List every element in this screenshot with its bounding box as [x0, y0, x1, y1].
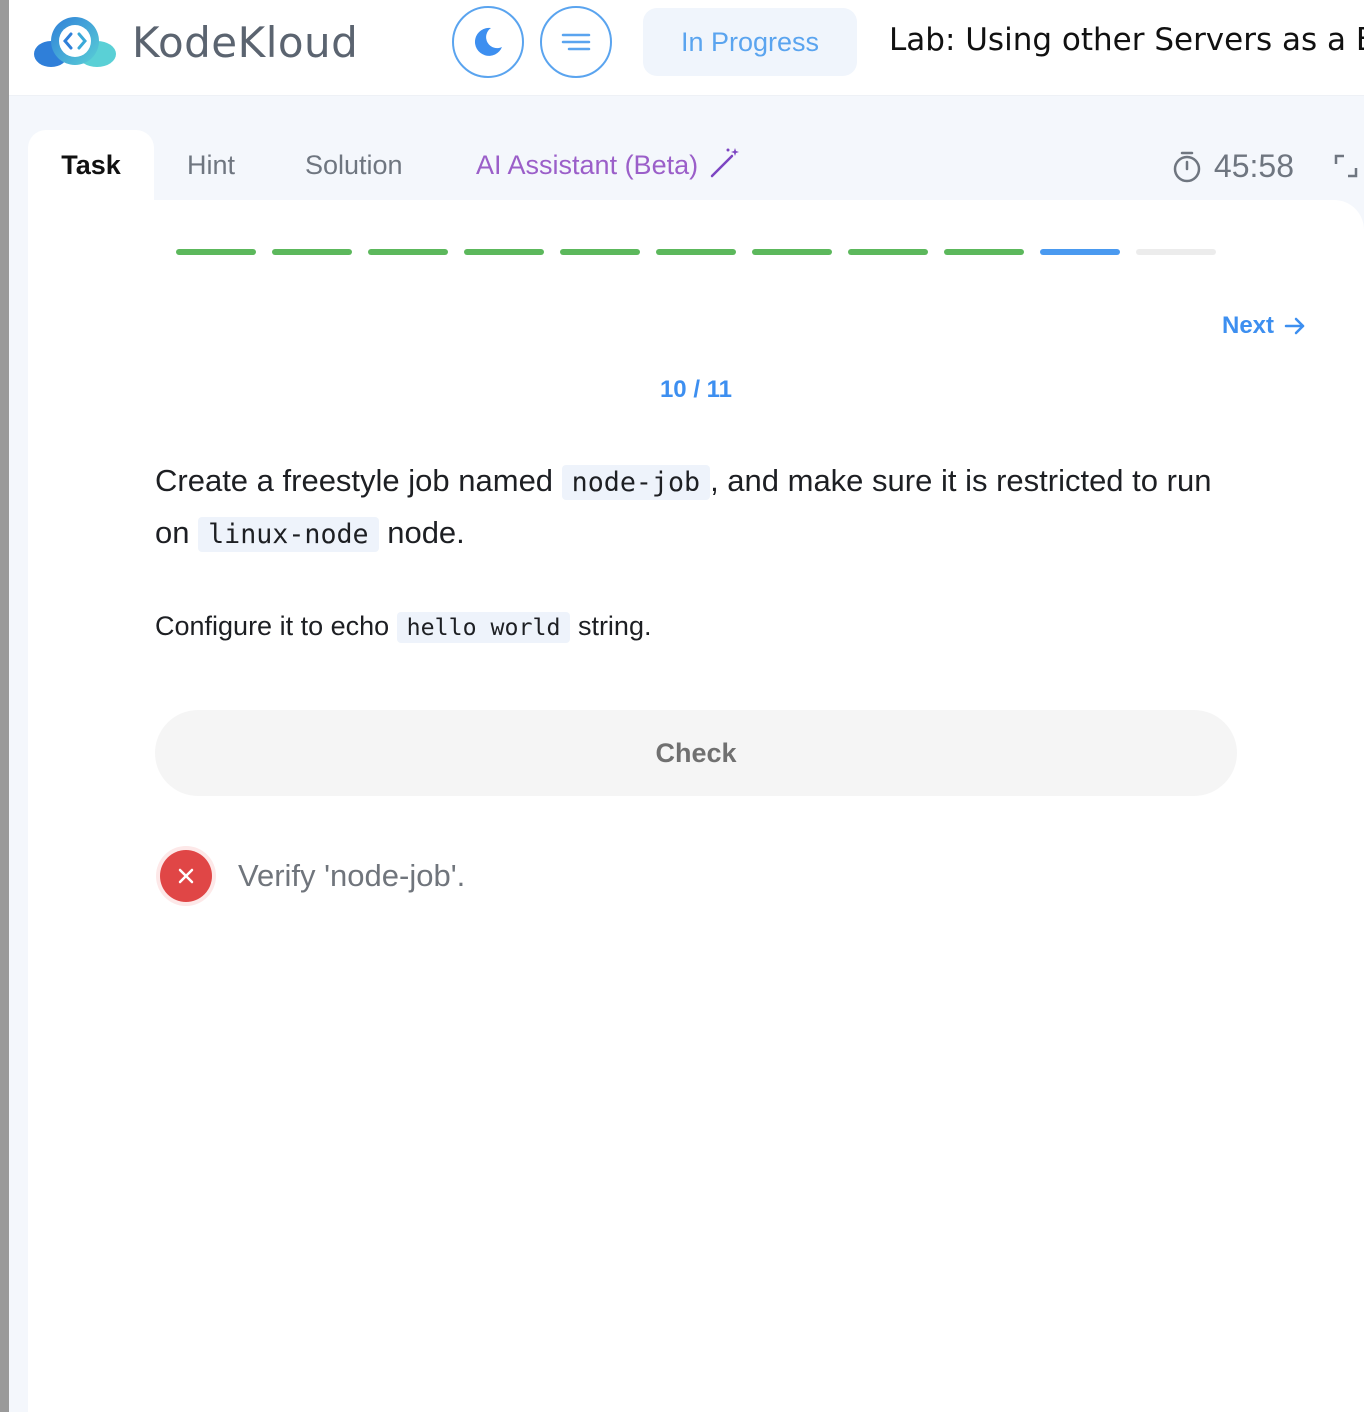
- check-button[interactable]: Check: [155, 710, 1237, 796]
- magic-wand-icon: [710, 148, 740, 178]
- progress-segment-done: [560, 249, 640, 255]
- timer: 45:58: [1172, 148, 1294, 185]
- tab-task-label: Task: [61, 150, 121, 180]
- task-text: node.: [378, 515, 465, 550]
- progress-segment-current: [1040, 249, 1120, 255]
- progress-segment-done: [656, 249, 736, 255]
- code-node-name: linux-node: [198, 517, 379, 552]
- moon-icon: [474, 27, 502, 56]
- progress-segment-done: [944, 249, 1024, 255]
- progress-segment-done: [848, 249, 928, 255]
- kodekloud-logo-icon[interactable]: [33, 14, 117, 70]
- tab-bar: Task Hint Solution AI Assistant (Beta) 4…: [9, 96, 1364, 206]
- task-text: Configure it to echo: [155, 611, 397, 641]
- lab-title: Lab: Using other Servers as a B: [889, 22, 1364, 58]
- tab-hint[interactable]: Hint: [187, 130, 235, 206]
- result-text: Verify 'node-job'.: [238, 858, 466, 893]
- progress-segment-done: [752, 249, 832, 255]
- fail-icon: [160, 850, 212, 902]
- tab-hint-label: Hint: [187, 150, 236, 180]
- brand-name: KodeKloud: [132, 18, 359, 67]
- tab-task[interactable]: Task: [28, 130, 154, 206]
- menu-icon: [561, 33, 591, 51]
- progress-segment-done: [368, 249, 448, 255]
- code-job-name: node-job: [561, 465, 711, 500]
- task-text: string.: [570, 611, 652, 641]
- expand-icon[interactable]: [1334, 154, 1358, 178]
- task-panel: Next 10 / 11 Create a freestyle job name…: [28, 200, 1364, 1412]
- progress-segment-pending: [1136, 249, 1216, 255]
- status-badge: In Progress: [643, 8, 857, 76]
- tab-ai-assistant-label: AI Assistant (Beta): [476, 150, 699, 180]
- progress-segment-done: [464, 249, 544, 255]
- check-result: Verify 'node-job'.: [160, 850, 465, 902]
- code-echo-string: hello world: [396, 612, 571, 643]
- timer-value: 45:58: [1213, 148, 1294, 184]
- task-description: Create a freestyle job named node-job, a…: [155, 456, 1235, 560]
- task-instruction: Configure it to echo hello world string.: [155, 604, 1235, 650]
- next-button[interactable]: Next: [1222, 312, 1306, 340]
- progress-segment-done: [176, 249, 256, 255]
- stopwatch-icon: [1173, 151, 1201, 182]
- task-text: Create a freestyle job named: [155, 463, 562, 498]
- top-bar: KodeKloud In Progress Lab: Using other S…: [9, 0, 1364, 96]
- step-counter: 10 / 11: [659, 376, 733, 403]
- tab-solution-label: Solution: [305, 150, 403, 180]
- menu-button[interactable]: [540, 6, 612, 78]
- step-progress: [176, 249, 1216, 255]
- tab-solution[interactable]: Solution: [305, 130, 403, 206]
- progress-segment-done: [272, 249, 352, 255]
- next-label: Next: [1222, 312, 1275, 339]
- window-edge: [0, 0, 9, 1412]
- tab-ai-assistant[interactable]: AI Assistant (Beta): [476, 130, 742, 206]
- dark-mode-button[interactable]: [452, 6, 524, 78]
- arrow-right-icon: [1284, 317, 1305, 335]
